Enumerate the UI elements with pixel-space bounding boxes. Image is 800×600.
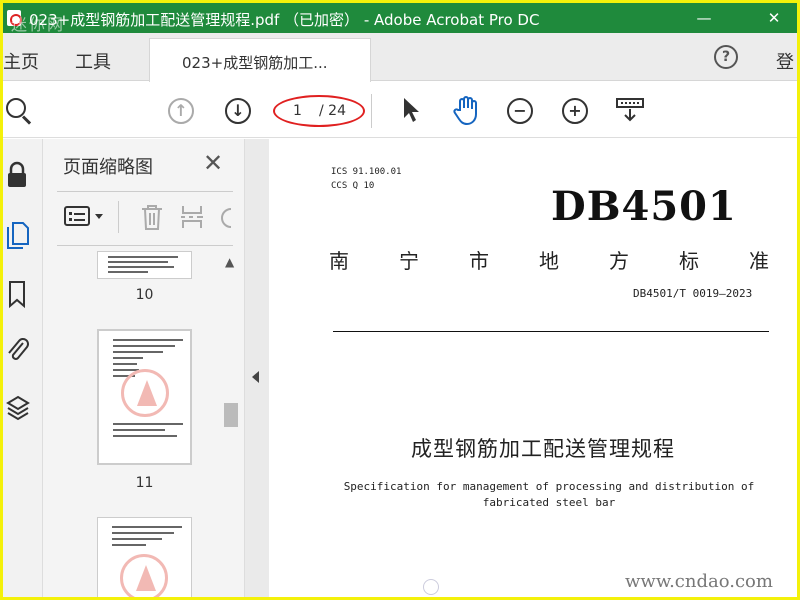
standard-number: DB4501/T 0019—2023 [633, 287, 753, 300]
thumbnail-page-number: 11 [135, 475, 154, 491]
close-window-button[interactable]: ✕ [751, 3, 797, 33]
issuer-char: 地 [539, 249, 559, 273]
thumb-text-line [112, 532, 174, 534]
ccs-code: CCS Q 10 [331, 181, 375, 191]
zoom-out-icon[interactable]: − [507, 98, 533, 124]
toolbar-divider [371, 94, 372, 128]
document-tab-label: 023+成型钢筋加工... [182, 54, 328, 72]
window-title: 023+成型钢筋加工配送管理规程.pdf （已加密） - Adobe Acrob… [29, 11, 540, 29]
thumb-text-line [113, 435, 177, 437]
thumb-text-line [113, 429, 165, 431]
main-toolbar: ↑ ↓ 1 / 24 − + [3, 82, 797, 138]
document-title-cn: 成型钢筋加工配送管理规程 [411, 437, 675, 461]
thumb-text-line [112, 544, 146, 546]
thumb-text-line [108, 261, 168, 263]
thumb-text-line [113, 357, 143, 359]
thumb-text-line [112, 526, 182, 528]
read-mode-icon[interactable] [615, 96, 645, 124]
tab-home[interactable]: 主页 [3, 48, 39, 74]
thumbnail-options-icon[interactable] [63, 205, 107, 229]
thumbnail-page-11[interactable] [97, 329, 192, 465]
tab-bar: 主页 工具 023+成型钢筋加工... ? 登 [3, 33, 797, 82]
panel-collapse-strip[interactable] [245, 139, 269, 597]
next-page-icon[interactable]: ↓ [225, 98, 251, 124]
tab-tools[interactable]: 工具 [75, 48, 111, 74]
panel-divider [57, 191, 233, 192]
extract-page-icon[interactable] [179, 203, 205, 231]
panel-title: 页面缩略图 [63, 157, 153, 178]
title-en-line: Specification for management of processi… [343, 480, 755, 493]
title-bar: 迷你网 023+成型钢筋加工配送管理规程.pdf （已加密） - Adobe A… [3, 3, 797, 34]
header-rule [333, 331, 769, 332]
stamp-watermark [120, 554, 168, 597]
thumbnail-scrollbar[interactable]: ▲ [221, 251, 241, 597]
thumb-text-line [112, 538, 162, 540]
watermark-logo-icon [423, 579, 439, 595]
attachments-icon[interactable] [5, 335, 31, 365]
thumb-text-line [108, 266, 174, 268]
issuer-name: 南 宁 市 地 方 标 准 [329, 245, 769, 274]
issuer-char: 标 [679, 249, 699, 273]
navigation-rail [3, 139, 43, 597]
search-icon[interactable] [6, 98, 26, 118]
thumbnail-page-12[interactable] [97, 517, 192, 597]
thumb-text-line [108, 256, 178, 258]
thumb-text-line [113, 423, 183, 425]
page-thumbnails-icon[interactable] [5, 219, 31, 249]
select-cursor-icon[interactable] [399, 96, 423, 124]
hand-tool-icon[interactable] [451, 94, 483, 126]
panel-toolbar-divider [118, 201, 119, 233]
thumb-text-line [113, 345, 175, 347]
minimize-button[interactable]: — [681, 3, 727, 33]
thumbnails-panel: 页面缩略图 ✕ 10 11 ▲ [43, 139, 245, 597]
page-number-field[interactable]: 1 / 24 [273, 95, 365, 127]
tab-document[interactable]: 023+成型钢筋加工... [149, 38, 371, 82]
lock-icon[interactable] [5, 161, 29, 189]
thumb-text-line [113, 339, 183, 341]
scrollbar-thumb[interactable] [224, 403, 238, 427]
issuer-char: 市 [469, 249, 489, 273]
rotate-page-icon[interactable] [219, 205, 233, 231]
app-window: 迷你网 023+成型钢筋加工配送管理规程.pdf （已加密） - Adobe A… [3, 3, 797, 597]
stamp-watermark [121, 369, 169, 417]
scroll-up-icon[interactable]: ▲ [225, 255, 234, 269]
document-page: ICS 91.100.01 CCS Q 10 DB4501 南 宁 市 地 方 … [269, 139, 797, 597]
issuer-char: 南 [329, 249, 349, 273]
total-pages: / 24 [319, 103, 346, 119]
delete-page-icon[interactable] [139, 203, 165, 231]
previous-page-icon[interactable]: ↑ [168, 98, 194, 124]
thumb-text-line [113, 363, 137, 365]
issuer-char: 准 [749, 249, 769, 273]
panel-divider [57, 245, 233, 246]
document-title-en: Specification for management of processi… [329, 479, 769, 511]
issuer-char: 宁 [399, 249, 419, 273]
help-icon[interactable]: ? [714, 45, 738, 69]
thumbnail-page-10[interactable] [97, 251, 192, 279]
thumb-text-line [108, 271, 148, 273]
close-panel-icon[interactable]: ✕ [203, 149, 223, 177]
login-button[interactable]: 登 [776, 48, 794, 74]
issuer-char: 方 [609, 249, 629, 273]
thumbnail-page-number: 10 [135, 287, 154, 303]
layers-icon[interactable] [5, 393, 31, 423]
thumb-text-line [113, 351, 163, 353]
ics-code: ICS 91.100.01 [331, 167, 402, 177]
zoom-in-icon[interactable]: + [562, 98, 588, 124]
title-en-line: fabricated steel bar [482, 496, 616, 509]
current-page-input[interactable]: 1 [293, 103, 302, 119]
collapse-left-icon[interactable] [252, 371, 259, 383]
bookmarks-icon[interactable] [5, 279, 29, 309]
standard-code: DB4501 [551, 183, 737, 230]
watermark-url: www.cndao.com [625, 571, 773, 592]
